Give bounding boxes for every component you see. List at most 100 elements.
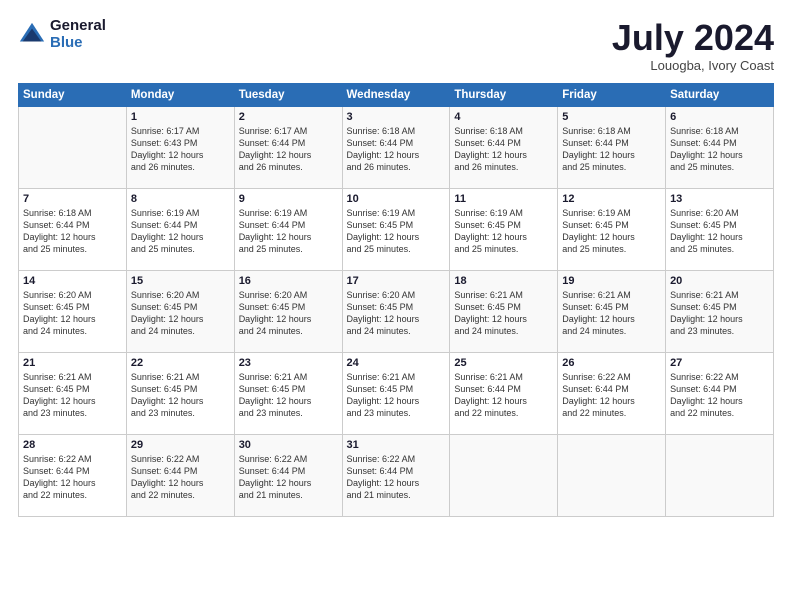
day-number: 10 [347, 193, 446, 205]
header-cell-sunday: Sunday [19, 83, 127, 106]
day-info: Sunrise: 6:22 AMSunset: 6:44 PMDaylight:… [239, 453, 338, 502]
header-cell-monday: Monday [126, 83, 234, 106]
calendar-week-1: 1 Sunrise: 6:17 AMSunset: 6:43 PMDaylight… [19, 106, 774, 188]
location: Louogba, Ivory Coast [612, 58, 774, 73]
calendar-cell: 9 Sunrise: 6:19 AMSunset: 6:44 PMDaylight… [234, 188, 342, 270]
calendar-cell: 7 Sunrise: 6:18 AMSunset: 6:44 PMDaylight… [19, 188, 127, 270]
day-info: Sunrise: 6:22 AMSunset: 6:44 PMDaylight:… [347, 453, 446, 502]
day-number: 3 [347, 111, 446, 123]
day-info: Sunrise: 6:21 AMSunset: 6:45 PMDaylight:… [562, 289, 661, 338]
day-info: Sunrise: 6:18 AMSunset: 6:44 PMDaylight:… [670, 125, 769, 174]
day-number: 14 [23, 275, 122, 287]
header-cell-friday: Friday [558, 83, 666, 106]
calendar-cell: 19 Sunrise: 6:21 AMSunset: 6:45 PMDayligh… [558, 270, 666, 352]
calendar-cell: 27 Sunrise: 6:22 AMSunset: 6:44 PMDayligh… [666, 352, 774, 434]
day-number: 28 [23, 439, 122, 451]
day-number: 30 [239, 439, 338, 451]
day-info: Sunrise: 6:21 AMSunset: 6:45 PMDaylight:… [454, 289, 553, 338]
calendar-cell: 14 Sunrise: 6:20 AMSunset: 6:45 PMDayligh… [19, 270, 127, 352]
calendar-cell [450, 434, 558, 516]
calendar-cell: 10Sunrise: 6:19 AMSunset: 6:45 PMDayligh… [342, 188, 450, 270]
day-info: Sunrise: 6:20 AMSunset: 6:45 PMDaylight:… [23, 289, 122, 338]
calendar-cell: 24 Sunrise: 6:21 AMSunset: 6:45 PMDayligh… [342, 352, 450, 434]
day-number: 22 [131, 357, 230, 369]
day-number: 13 [670, 193, 769, 205]
day-info: Sunrise: 6:22 AMSunset: 6:44 PMDaylight:… [23, 453, 122, 502]
page: General Blue July 2024 Louogba, Ivory Co… [0, 0, 792, 612]
calendar-cell: 5 Sunrise: 6:18 AMSunset: 6:44 PMDaylight… [558, 106, 666, 188]
day-info: Sunrise: 6:21 AMSunset: 6:45 PMDaylight:… [131, 371, 230, 420]
calendar-cell [666, 434, 774, 516]
day-number: 17 [347, 275, 446, 287]
day-info: Sunrise: 6:19 AMSunset: 6:45 PMDaylight:… [562, 207, 661, 256]
calendar-cell: 1 Sunrise: 6:17 AMSunset: 6:43 PMDaylight… [126, 106, 234, 188]
day-number: 7 [23, 193, 122, 205]
day-number: 2 [239, 111, 338, 123]
day-number: 19 [562, 275, 661, 287]
day-number: 24 [347, 357, 446, 369]
day-number: 9 [239, 193, 338, 205]
day-info: Sunrise: 6:21 AMSunset: 6:45 PMDaylight:… [239, 371, 338, 420]
day-info: Sunrise: 6:18 AMSunset: 6:44 PMDaylight:… [454, 125, 553, 174]
header-cell-tuesday: Tuesday [234, 83, 342, 106]
day-number: 23 [239, 357, 338, 369]
day-info: Sunrise: 6:20 AMSunset: 6:45 PMDaylight:… [347, 289, 446, 338]
day-info: Sunrise: 6:21 AMSunset: 6:45 PMDaylight:… [347, 371, 446, 420]
day-number: 12 [562, 193, 661, 205]
calendar-cell: 31 Sunrise: 6:22 AMSunset: 6:44 PMDayligh… [342, 434, 450, 516]
calendar-cell: 23 Sunrise: 6:21 AMSunset: 6:45 PMDayligh… [234, 352, 342, 434]
calendar-cell [558, 434, 666, 516]
day-info: Sunrise: 6:22 AMSunset: 6:44 PMDaylight:… [131, 453, 230, 502]
calendar-cell: 20 Sunrise: 6:21 AMSunset: 6:45 PMDayligh… [666, 270, 774, 352]
day-number: 8 [131, 193, 230, 205]
calendar-cell: 22 Sunrise: 6:21 AMSunset: 6:45 PMDayligh… [126, 352, 234, 434]
day-info: Sunrise: 6:20 AMSunset: 6:45 PMDaylight:… [670, 207, 769, 256]
day-info: Sunrise: 6:21 AMSunset: 6:45 PMDaylight:… [23, 371, 122, 420]
calendar-week-2: 7 Sunrise: 6:18 AMSunset: 6:44 PMDaylight… [19, 188, 774, 270]
day-number: 20 [670, 275, 769, 287]
calendar-cell: 8Sunrise: 6:19 AMSunset: 6:44 PMDaylight… [126, 188, 234, 270]
calendar-week-3: 14 Sunrise: 6:20 AMSunset: 6:45 PMDayligh… [19, 270, 774, 352]
calendar-week-4: 21 Sunrise: 6:21 AMSunset: 6:45 PMDayligh… [19, 352, 774, 434]
day-info: Sunrise: 6:19 AMSunset: 6:44 PMDaylight:… [239, 207, 338, 256]
month-title: July 2024 [612, 18, 774, 58]
calendar-cell: 17 Sunrise: 6:20 AMSunset: 6:45 PMDayligh… [342, 270, 450, 352]
calendar-cell: 13 Sunrise: 6:20 AMSunset: 6:45 PMDayligh… [666, 188, 774, 270]
calendar-week-5: 28 Sunrise: 6:22 AMSunset: 6:44 PMDayligh… [19, 434, 774, 516]
calendar-cell [19, 106, 127, 188]
header: General Blue July 2024 Louogba, Ivory Co… [18, 18, 774, 73]
day-number: 31 [347, 439, 446, 451]
day-info: Sunrise: 6:21 AMSunset: 6:45 PMDaylight:… [670, 289, 769, 338]
calendar-cell: 29Sunrise: 6:22 AMSunset: 6:44 PMDayligh… [126, 434, 234, 516]
day-number: 15 [131, 275, 230, 287]
calendar-cell: 21 Sunrise: 6:21 AMSunset: 6:45 PMDayligh… [19, 352, 127, 434]
day-number: 21 [23, 357, 122, 369]
title-block: July 2024 Louogba, Ivory Coast [612, 18, 774, 73]
day-number: 16 [239, 275, 338, 287]
day-info: Sunrise: 6:22 AMSunset: 6:44 PMDaylight:… [670, 371, 769, 420]
calendar-header-row: SundayMondayTuesdayWednesdayThursdayFrid… [19, 83, 774, 106]
calendar-table: SundayMondayTuesdayWednesdayThursdayFrid… [18, 83, 774, 517]
day-number: 5 [562, 111, 661, 123]
day-info: Sunrise: 6:18 AMSunset: 6:44 PMDaylight:… [347, 125, 446, 174]
day-info: Sunrise: 6:20 AMSunset: 6:45 PMDaylight:… [131, 289, 230, 338]
day-info: Sunrise: 6:18 AMSunset: 6:44 PMDaylight:… [562, 125, 661, 174]
day-number: 1 [131, 111, 230, 123]
day-info: Sunrise: 6:22 AMSunset: 6:44 PMDaylight:… [562, 371, 661, 420]
day-number: 18 [454, 275, 553, 287]
logo-text: General Blue [50, 18, 106, 51]
calendar-cell: 25Sunrise: 6:21 AMSunset: 6:44 PMDayligh… [450, 352, 558, 434]
calendar-cell: 11Sunrise: 6:19 AMSunset: 6:45 PMDayligh… [450, 188, 558, 270]
day-info: Sunrise: 6:21 AMSunset: 6:44 PMDaylight:… [454, 371, 553, 420]
day-number: 4 [454, 111, 553, 123]
calendar-cell: 26 Sunrise: 6:22 AMSunset: 6:44 PMDayligh… [558, 352, 666, 434]
day-number: 27 [670, 357, 769, 369]
calendar-cell: 28 Sunrise: 6:22 AMSunset: 6:44 PMDayligh… [19, 434, 127, 516]
day-number: 26 [562, 357, 661, 369]
day-info: Sunrise: 6:20 AMSunset: 6:45 PMDaylight:… [239, 289, 338, 338]
calendar-cell: 30 Sunrise: 6:22 AMSunset: 6:44 PMDayligh… [234, 434, 342, 516]
day-info: Sunrise: 6:18 AMSunset: 6:44 PMDaylight:… [23, 207, 122, 256]
calendar-cell: 15 Sunrise: 6:20 AMSunset: 6:45 PMDayligh… [126, 270, 234, 352]
day-info: Sunrise: 6:17 AMSunset: 6:43 PMDaylight:… [131, 125, 230, 174]
calendar-cell: 2Sunrise: 6:17 AMSunset: 6:44 PMDaylight… [234, 106, 342, 188]
